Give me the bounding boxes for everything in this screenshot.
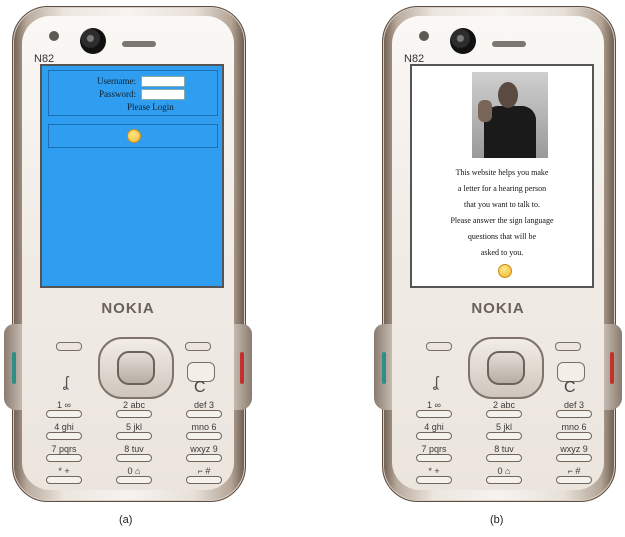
username-input[interactable] bbox=[141, 76, 186, 88]
key-hash[interactable]: ⌐ # bbox=[554, 466, 594, 486]
sensor-icon bbox=[49, 31, 59, 41]
key-hash[interactable]: ⌐ # bbox=[184, 466, 224, 486]
username-label: Username: bbox=[97, 76, 136, 86]
caption-b: (b) bbox=[490, 514, 504, 526]
login-link[interactable]: Please Login bbox=[127, 102, 174, 112]
caption-a: (a) bbox=[119, 514, 133, 526]
password-label: Password: bbox=[99, 89, 137, 99]
smiley-icon[interactable] bbox=[498, 264, 512, 278]
phone-screen: Username: Password: Please Login bbox=[40, 64, 224, 288]
sensor-icon bbox=[419, 31, 429, 41]
key-0[interactable]: 0 ⌂ bbox=[114, 466, 154, 486]
smiley-icon bbox=[127, 129, 141, 143]
earpiece bbox=[492, 41, 526, 47]
phone-a: N82 Username: Password: Please Login NOK… bbox=[4, 6, 252, 502]
message-line: questions that will be bbox=[467, 232, 537, 241]
login-form: Username: Password: Please Login bbox=[48, 70, 218, 116]
key-6[interactable]: mno 6 bbox=[184, 422, 224, 442]
key-1[interactable]: 1 ∞ bbox=[414, 400, 454, 420]
key-5[interactable]: 5 jkl bbox=[114, 422, 154, 442]
camera-icon bbox=[80, 28, 106, 54]
camera-icon bbox=[450, 28, 476, 54]
navigation-pad[interactable] bbox=[98, 337, 174, 399]
key-3[interactable]: def 3 bbox=[554, 400, 594, 420]
key-2[interactable]: 2 abc bbox=[484, 400, 524, 420]
select-button[interactable] bbox=[117, 351, 155, 385]
key-4[interactable]: 4 ghi bbox=[44, 422, 84, 442]
key-0[interactable]: 0 ⌂ bbox=[484, 466, 524, 486]
smiley-button[interactable] bbox=[48, 124, 218, 148]
menu-icon[interactable]: ʆ bbox=[63, 374, 68, 391]
key-4[interactable]: 4 ghi bbox=[414, 422, 454, 442]
phone-b: N82 This website helps you make a letter… bbox=[374, 6, 622, 502]
key-6[interactable]: mno 6 bbox=[554, 422, 594, 442]
key-5[interactable]: 5 jkl bbox=[484, 422, 524, 442]
message-line: Please answer the sign language bbox=[450, 216, 554, 225]
password-input[interactable] bbox=[141, 89, 186, 101]
key-7[interactable]: 7 pqrs bbox=[414, 444, 454, 464]
key-1[interactable]: 1 ∞ bbox=[44, 400, 84, 420]
brand-logo: NOKIA bbox=[101, 300, 155, 317]
key-3[interactable]: def 3 bbox=[184, 400, 224, 420]
left-soft-key[interactable] bbox=[426, 342, 452, 351]
brand-logo: NOKIA bbox=[471, 300, 525, 317]
key-2[interactable]: 2 abc bbox=[114, 400, 154, 420]
key-8[interactable]: 8 tuv bbox=[484, 444, 524, 464]
message-line: that you want to talk to. bbox=[464, 200, 540, 209]
clear-key[interactable]: C bbox=[194, 379, 206, 397]
key-star[interactable]: * + bbox=[414, 466, 454, 486]
select-button[interactable] bbox=[487, 351, 525, 385]
key-9[interactable]: wxyz 9 bbox=[554, 444, 594, 464]
navigation-pad[interactable] bbox=[468, 337, 544, 399]
menu-icon[interactable]: ʆ bbox=[433, 374, 438, 391]
left-soft-key[interactable] bbox=[56, 342, 82, 351]
key-9[interactable]: wxyz 9 bbox=[184, 444, 224, 464]
message-line: a letter for a hearing person bbox=[457, 184, 547, 193]
clear-key[interactable]: C bbox=[564, 379, 576, 397]
phone-screen: This website helps you make a letter for… bbox=[410, 64, 594, 288]
right-soft-key[interactable] bbox=[555, 342, 581, 351]
key-star[interactable]: * + bbox=[44, 466, 84, 486]
message-line: asked to you. bbox=[480, 248, 524, 257]
sign-language-photo bbox=[472, 72, 548, 158]
key-7[interactable]: 7 pqrs bbox=[44, 444, 84, 464]
right-soft-key[interactable] bbox=[185, 342, 211, 351]
message-line: This website helps you make bbox=[455, 168, 549, 177]
key-8[interactable]: 8 tuv bbox=[114, 444, 154, 464]
earpiece bbox=[122, 41, 156, 47]
